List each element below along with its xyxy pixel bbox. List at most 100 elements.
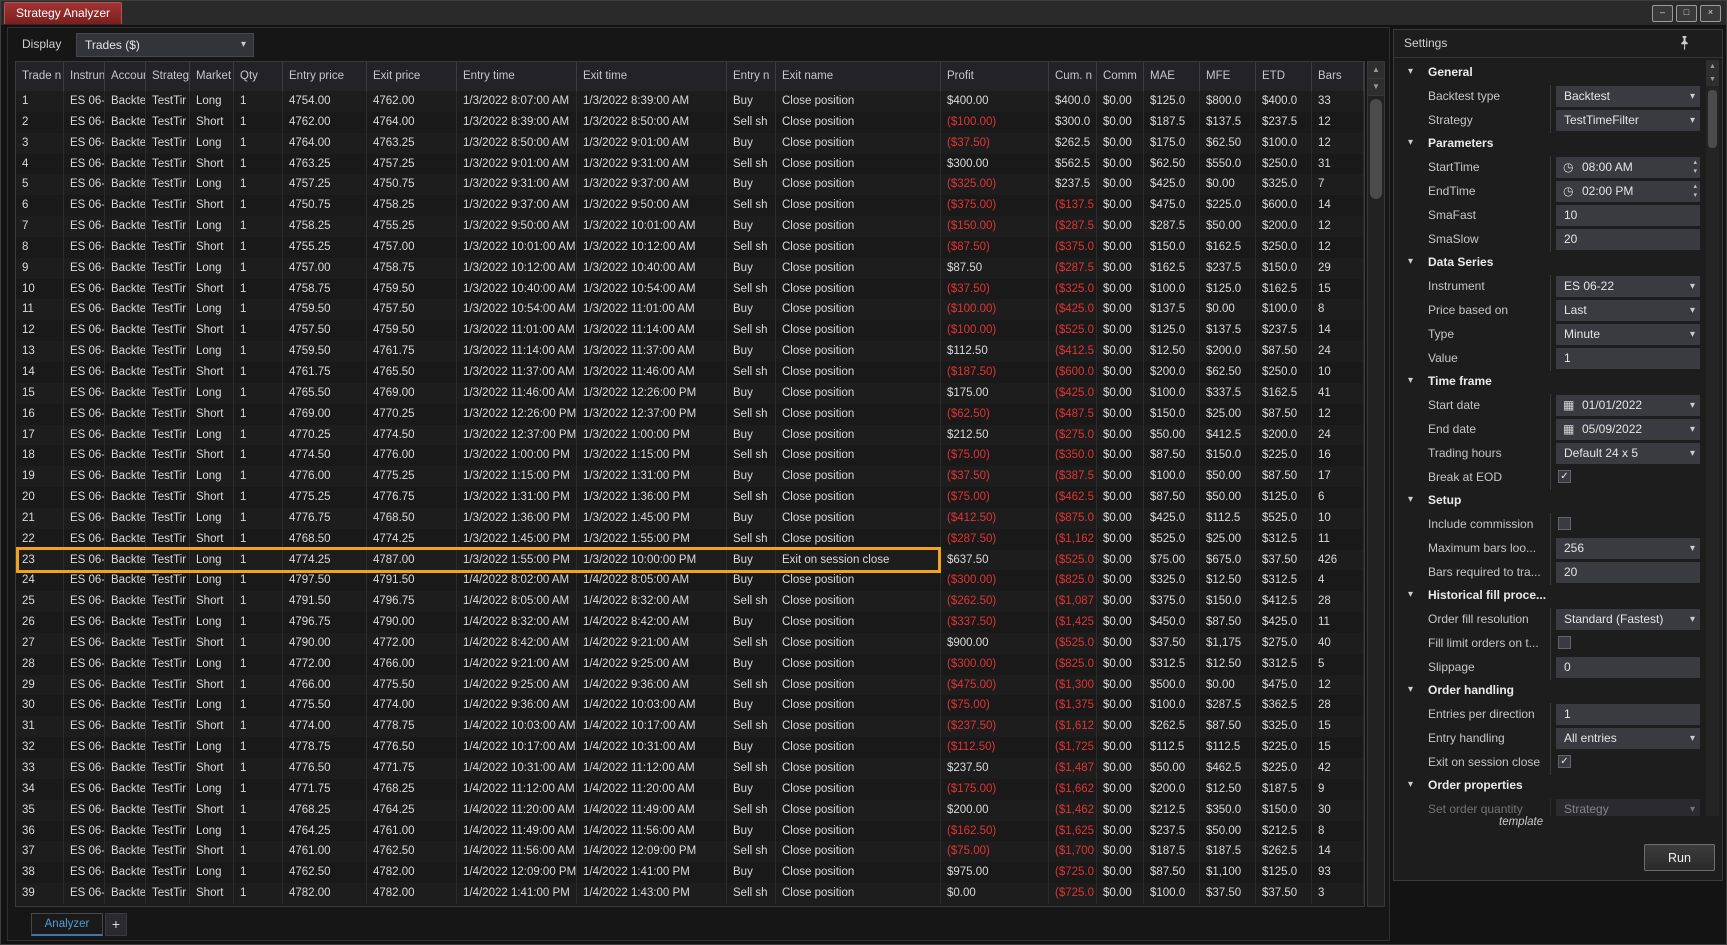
column-header-trade_number[interactable]: Trade n [16,62,64,91]
table-row[interactable]: 8 ES 06- Backte TestTir Short 1 4755.25 4757.00… [16,236,1364,258]
table-row[interactable]: 32 ES 06- Backte TestTir Long 1 4778.75 4776.50… [16,737,1364,758]
column-header-mfe[interactable]: MFE [1200,62,1256,91]
scrollbar-thumb[interactable] [1708,90,1717,148]
dropdown-instrument[interactable]: ES 06-22 ▾ [1556,276,1700,297]
scroll-down-icon[interactable]: ▼ [1706,73,1719,86]
table-row[interactable]: 39 ES 06- Backte TestTir Short 1 4782.00 4782.0… [16,883,1364,904]
settings-section-general[interactable]: ▾ General [1400,62,1700,85]
dropdown-maximum-bars-loo[interactable]: 256 ▾ [1556,538,1700,559]
spinner-up-icon[interactable]: ▴ [1693,182,1697,191]
column-header-exit_time[interactable]: Exit time [577,62,727,91]
column-header-strategy[interactable]: Strateg [146,62,190,91]
table-row[interactable]: 6 ES 06- Backte TestTir Short 1 4750.75 4758.25… [16,195,1364,217]
dropdown-trading-hours[interactable]: Default 24 x 5 ▾ [1556,443,1700,464]
scrollbar-thumb[interactable] [1370,99,1382,199]
checkbox-break-at-eod[interactable]: ✓ [1558,470,1571,483]
column-header-qty[interactable]: Qty [234,62,283,91]
table-row[interactable]: 1 ES 06- Backte TestTir Long 1 4754.00 4762.00 1… [16,91,1364,112]
table-row[interactable]: 2 ES 06- Backte TestTir Short 1 4762.00 4764.00… [16,111,1364,133]
column-header-account[interactable]: Accour [105,62,146,91]
input-entries-per-direction[interactable]: 1 [1556,704,1700,725]
window-title-tab[interactable]: Strategy Analyzer [4,2,123,24]
add-tab-button[interactable]: + [105,913,127,936]
dropdown-type[interactable]: Minute ▾ [1556,324,1700,345]
minimize-button[interactable]: – [1652,5,1673,22]
table-row[interactable]: 34 ES 06- Backte TestTir Long 1 4771.75 4768.25… [16,778,1364,800]
table-row[interactable]: 18 ES 06- Backte TestTir Short 1 4774.50 4776.0… [16,445,1364,467]
maximize-button[interactable]: □ [1676,5,1697,22]
dropdown-order-fill-resolution[interactable]: Standard (Fastest) ▾ [1556,609,1700,630]
table-row[interactable]: 5 ES 06- Backte TestTir Long 1 4757.25 4750.75 1… [16,174,1364,196]
column-header-entry_time[interactable]: Entry time [457,62,577,91]
spinner-down-icon[interactable]: ▾ [1693,167,1697,176]
table-row[interactable]: 27 ES 06- Backte TestTir Short 1 4790.00 4772.0… [16,632,1364,654]
column-header-entry_price[interactable]: Entry price [283,62,367,91]
table-row[interactable]: 16 ES 06- Backte TestTir Short 1 4769.00 4770.2… [16,403,1364,425]
dropdown-entry-handling[interactable]: All entries ▾ [1556,728,1700,749]
table-row[interactable]: 15 ES 06- Backte TestTir Long 1 4765.50 4769.00… [16,382,1364,404]
picker-endtime[interactable]: ◷ 02:00 PM ▴ ▾ [1556,181,1700,202]
table-row[interactable]: 28 ES 06- Backte TestTir Long 1 4772.00 4766.00… [16,653,1364,675]
table-row[interactable]: 17 ES 06- Backte TestTir Long 1 4770.25 4774.50… [16,424,1364,446]
table-row[interactable]: 3 ES 06- Backte TestTir Long 1 4764.00 4763.25 1… [16,132,1364,154]
tab-analyzer[interactable]: Analyzer [31,913,103,936]
table-row[interactable]: 33 ES 06- Backte TestTir Short 1 4776.50 4771.7… [16,758,1364,779]
table-row[interactable]: 7 ES 06- Backte TestTir Long 1 4758.25 4755.25 1… [16,216,1364,237]
spinner-up-icon[interactable]: ▴ [1693,158,1697,167]
checkbox-exit-on-session-close[interactable]: ✓ [1558,755,1571,768]
input-smafast[interactable]: 10 [1556,205,1700,226]
settings-section-time-frame[interactable]: ▾ Time frame [1400,371,1700,394]
spinner-down-icon[interactable]: ▾ [1693,191,1697,200]
scroll-up-icon[interactable]: ▲ [1706,60,1719,73]
column-header-exit_price[interactable]: Exit price [367,62,457,91]
input-value[interactable]: 1 [1556,348,1700,369]
column-header-mae[interactable]: MAE [1144,62,1200,91]
table-row[interactable]: 10 ES 06- Backte TestTir Short 1 4758.75 4759.5… [16,278,1364,300]
table-row[interactable]: 30 ES 06- Backte TestTir Long 1 4775.50 4774.00… [16,695,1364,717]
settings-section-setup[interactable]: ▾ Setup [1400,490,1700,513]
close-button[interactable]: × [1700,5,1721,22]
settings-section-order-handling[interactable]: ▾ Order handling [1400,680,1700,703]
table-row[interactable]: 13 ES 06- Backte TestTir Long 1 4759.50 4761.75… [16,341,1364,362]
dropdown-price-based-on[interactable]: Last ▾ [1556,300,1700,321]
display-dropdown[interactable]: Trades ($) ▾ [76,33,254,57]
pin-icon[interactable] [1679,35,1690,56]
run-button[interactable]: Run [1644,844,1715,871]
spinner-stepper[interactable]: ▴ ▾ [1693,182,1697,200]
settings-section-data-series[interactable]: ▾ Data Series [1400,252,1700,275]
dropdown-set-order-quantity[interactable]: Strategy ▾ [1556,799,1700,816]
table-row[interactable]: 21 ES 06- Backte TestTir Long 1 4776.75 4768.50… [16,507,1364,529]
table-row[interactable]: 24 ES 06- Backte TestTir Long 1 4797.50 4791.50… [16,570,1364,592]
checkbox-fill-limit-orders-on-t[interactable] [1558,636,1571,649]
column-header-profit[interactable]: Profit [941,62,1049,91]
table-row[interactable]: 26 ES 06- Backte TestTir Long 1 4796.75 4790.00… [16,612,1364,633]
grid-vertical-scrollbar[interactable]: ▲ ▼ [1367,61,1385,907]
input-bars-required-to-tra[interactable]: 20 [1556,562,1700,583]
column-header-entry_name[interactable]: Entry n [727,62,776,91]
table-row[interactable]: 36 ES 06- Backte TestTir Long 1 4764.25 4761.00… [16,820,1364,842]
settings-section-parameters[interactable]: ▾ Parameters [1400,133,1700,156]
column-header-market_position[interactable]: Market [190,62,234,91]
scroll-up-icon[interactable]: ▲ [1368,62,1384,79]
picker-end-date[interactable]: ▦ 05/09/2022 ▾ [1556,419,1700,440]
input-slippage[interactable]: 0 [1556,657,1700,678]
picker-starttime[interactable]: ◷ 08:00 AM ▴ ▾ [1556,157,1700,178]
dropdown-strategy[interactable]: TestTimeFilter ▾ [1556,110,1700,131]
scroll-down-icon[interactable]: ▼ [1368,79,1384,96]
column-header-bars[interactable]: Bars [1312,62,1364,91]
input-smaslow[interactable]: 20 [1556,229,1700,250]
column-header-cum_net_profit[interactable]: Cum. n [1049,62,1097,91]
table-row[interactable]: 11 ES 06- Backte TestTir Long 1 4759.50 4757.50… [16,299,1364,321]
table-row[interactable]: 9 ES 06- Backte TestTir Long 1 4757.00 4758.75 1… [16,257,1364,279]
table-row[interactable]: 12 ES 06- Backte TestTir Short 1 4757.50 4759.5… [16,320,1364,342]
settings-section-historical-fill-proce[interactable]: ▾ Historical fill proce... [1400,585,1700,608]
title-bar[interactable]: Strategy Analyzer – □ × [1,1,1726,26]
table-row[interactable]: 14 ES 06- Backte TestTir Short 1 4761.75 4765.5… [16,361,1364,383]
column-header-exit_name[interactable]: Exit name [776,62,941,91]
dropdown-backtest-type[interactable]: Backtest ▾ [1556,86,1700,107]
table-row[interactable]: 19 ES 06- Backte TestTir Long 1 4776.00 4775.25… [16,466,1364,488]
column-header-etd[interactable]: ETD [1256,62,1312,91]
checkbox-include-commission[interactable] [1558,517,1571,530]
table-row[interactable]: 31 ES 06- Backte TestTir Short 1 4774.00 4778.7… [16,716,1364,738]
column-header-instrument[interactable]: Instrun [64,62,105,91]
